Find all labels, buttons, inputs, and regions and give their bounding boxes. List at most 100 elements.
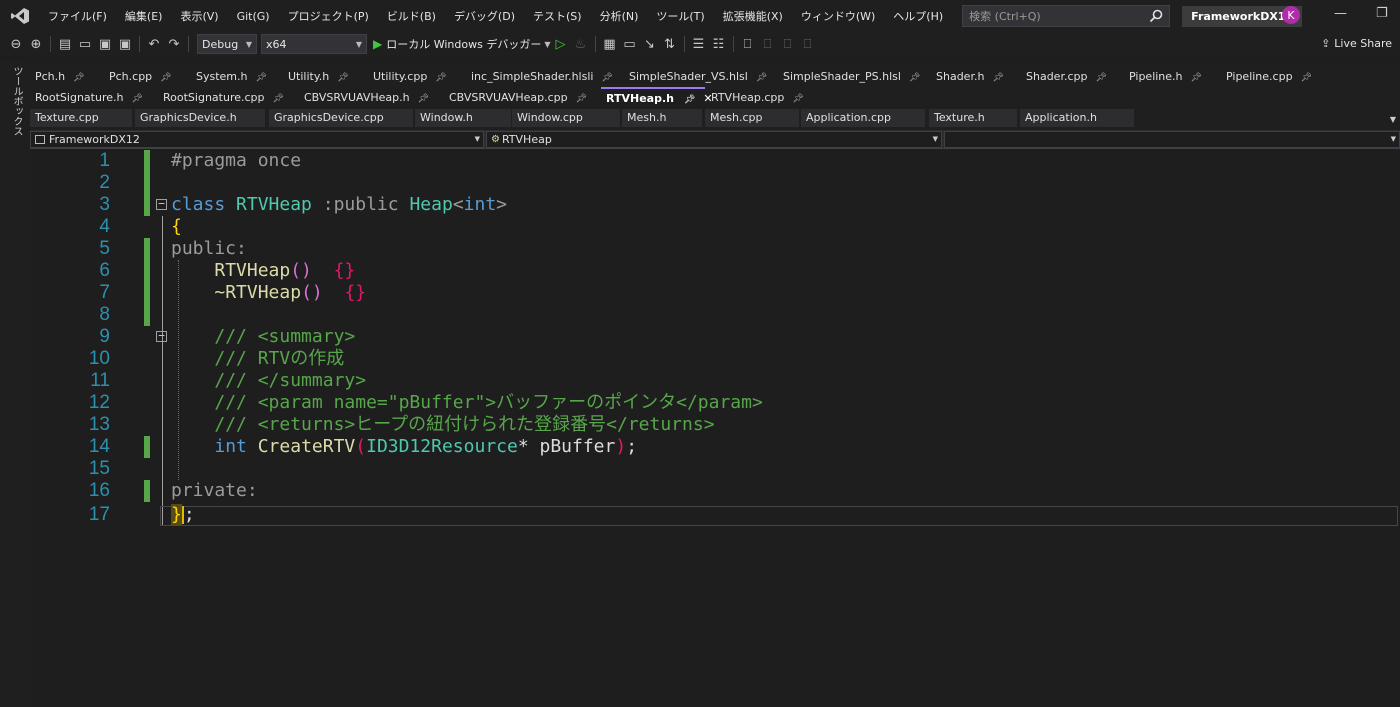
step-into-icon[interactable]: ↘: [640, 34, 660, 54]
navigate-back-icon[interactable]: ⊖: [6, 34, 26, 54]
live-share-button[interactable]: ⇪ Live Share: [1321, 37, 1392, 50]
param-token: * pBuffer: [517, 436, 616, 457]
minimize-icon[interactable]: —: [1334, 6, 1347, 21]
collapse-icon[interactable]: −: [156, 330, 167, 342]
pin-icon[interactable]: 📌︎: [601, 73, 612, 83]
tab-simpleshader-ps-hlsl[interactable]: SimpleShader_PS.hlsl 📌︎: [778, 66, 930, 87]
tab-utility-h[interactable]: Utility.h 📌︎: [283, 66, 365, 87]
account-avatar[interactable]: K: [1282, 6, 1300, 24]
menu-edit[interactable]: 編集(E): [116, 8, 172, 24]
change-marker: [144, 194, 150, 216]
menu-analyze[interactable]: 分析(N): [591, 8, 648, 24]
scope-dropdown[interactable]: ⚙ RTVHeap ▼: [486, 131, 942, 148]
tab-texture-cpp[interactable]: Texture.cpp: [30, 109, 132, 127]
tab-mesh-h[interactable]: Mesh.h: [622, 109, 702, 127]
tab-graphicsdevice-h[interactable]: GraphicsDevice.h: [135, 109, 265, 127]
tab-shader-h[interactable]: Shader.h 📌︎: [931, 66, 1017, 87]
tab-cbvsrvuavheap-h[interactable]: CBVSRVUAVHeap.h 📌︎: [299, 87, 441, 108]
tab-rootsignature-cpp[interactable]: RootSignature.cpp 📌︎: [158, 87, 296, 108]
window-layout-icon[interactable]: ▭: [620, 34, 640, 54]
menu-extensions[interactable]: 拡張機能(X): [714, 8, 792, 24]
tab-simpleshader-vs-hlsl[interactable]: SimpleShader_VS.hlsl 📌︎: [624, 66, 776, 87]
tab-pch-h[interactable]: Pch.h 📌︎: [30, 66, 102, 87]
undo-icon[interactable]: ↶: [144, 34, 164, 54]
tab-pipeline-h[interactable]: Pipeline.h 📌︎: [1124, 66, 1216, 87]
menu-test[interactable]: テスト(S): [524, 8, 591, 24]
new-project-icon[interactable]: ▤: [55, 34, 75, 54]
tab-inc-simpleshader-hlsli[interactable]: inc_SimpleShader.hlsli 📌︎: [466, 66, 620, 87]
start-debugging-button[interactable]: ▶ ローカル Windows デバッガー ▼: [373, 36, 551, 52]
pin-icon[interactable]: 📌︎: [576, 94, 587, 104]
tab-application-h[interactable]: Application.h: [1020, 109, 1134, 127]
collapse-icon[interactable]: −: [156, 198, 167, 210]
pin-icon[interactable]: 📌︎: [256, 73, 267, 83]
menu-git[interactable]: Git(G): [228, 10, 279, 23]
tab-mesh-cpp[interactable]: Mesh.cpp: [705, 109, 799, 127]
tab-system-h[interactable]: System.h 📌︎: [191, 66, 281, 87]
tab-graphicsdevice-cpp[interactable]: GraphicsDevice.cpp: [269, 109, 413, 127]
open-folder-icon[interactable]: ▭: [75, 34, 95, 54]
pin-icon[interactable]: 📌︎: [337, 73, 348, 83]
pin-icon[interactable]: 📌︎: [992, 73, 1003, 83]
navigate-forward-icon[interactable]: ⊕: [26, 34, 46, 54]
bookmark-icon[interactable]: ⎕: [738, 34, 758, 54]
pin-icon[interactable]: 📌︎: [73, 73, 84, 83]
uncomment-lines-icon[interactable]: ☷: [709, 34, 729, 54]
tab-application-cpp[interactable]: Application.cpp: [801, 109, 925, 127]
menu-help[interactable]: ヘルプ(H): [884, 8, 952, 24]
pin-icon[interactable]: 📌︎: [273, 94, 284, 104]
pin-icon[interactable]: 📌︎: [756, 73, 767, 83]
redo-icon[interactable]: ↷: [164, 34, 184, 54]
pin-icon[interactable]: 📌︎: [909, 73, 920, 83]
platform-select[interactable]: x64 ▼: [261, 34, 367, 54]
pin-icon[interactable]: 📌︎: [435, 73, 446, 83]
menu-file[interactable]: ファイル(F): [39, 8, 116, 24]
toolbox-tab[interactable]: ツールボックス: [9, 66, 24, 136]
pin-icon[interactable]: 📌︎: [1191, 73, 1202, 83]
hot-reload-icon[interactable]: ♨: [571, 34, 591, 54]
save-all-icon[interactable]: ▣: [115, 34, 135, 54]
tab-rootsignature-h[interactable]: RootSignature.h 📌︎: [30, 87, 154, 108]
change-marker: [144, 436, 150, 458]
tab-window-h[interactable]: Window.h: [415, 109, 511, 127]
tab-utility-cpp[interactable]: Utility.cpp 📌︎: [368, 66, 464, 87]
code-line: 13 /// <returns>ヒープの紐付けられた登録番号</returns>: [30, 414, 1400, 436]
save-icon[interactable]: ▣: [95, 34, 115, 54]
previous-bookmark-icon[interactable]: ⎕: [758, 34, 778, 54]
pin-icon[interactable]: 📌︎: [160, 73, 171, 83]
pin-icon[interactable]: 📌︎: [131, 94, 142, 104]
pin-icon[interactable]: 📌︎: [792, 94, 803, 104]
search-input[interactable]: 検索 (Ctrl+Q): [962, 5, 1171, 27]
menu-tools[interactable]: ツール(T): [647, 8, 713, 24]
menu-window[interactable]: ウィンドウ(W): [792, 8, 884, 24]
step-over-icon[interactable]: ⇅: [660, 34, 680, 54]
visual-studio-logo-icon[interactable]: [9, 5, 31, 27]
menu-project[interactable]: プロジェクト(P): [279, 8, 378, 24]
tab-window-cpp[interactable]: Window.cpp: [512, 109, 620, 127]
menu-debug[interactable]: デバッグ(D): [445, 8, 524, 24]
project-dropdown[interactable]: FrameworkDX12 ▼: [30, 131, 484, 148]
menu-view[interactable]: 表示(V): [171, 8, 227, 24]
tab-texture-h[interactable]: Texture.h: [929, 109, 1017, 127]
member-dropdown[interactable]: ▼: [944, 131, 1400, 148]
tab-shader-cpp[interactable]: Shader.cpp 📌︎: [1021, 66, 1121, 87]
next-bookmark-icon[interactable]: ⎕: [778, 34, 798, 54]
tab-rtvheap-h-active[interactable]: RTVHeap.h 📌︎ ✕: [601, 87, 713, 108]
pin-icon[interactable]: 📌︎: [684, 95, 695, 105]
tab-rtvheap-cpp[interactable]: RTVHeap.cpp 📌︎: [706, 87, 822, 108]
start-without-debugging-icon[interactable]: ▷: [551, 34, 571, 54]
menu-build[interactable]: ビルド(B): [378, 8, 445, 24]
clear-bookmarks-icon[interactable]: ⎕: [798, 34, 818, 54]
tab-pch-cpp[interactable]: Pch.cpp 📌︎: [104, 66, 188, 87]
pin-icon[interactable]: 📌︎: [418, 94, 429, 104]
configuration-select[interactable]: Debug ▼: [197, 34, 257, 54]
tab-pipeline-cpp[interactable]: Pipeline.cpp 📌︎: [1221, 66, 1325, 87]
restore-icon[interactable]: ❐: [1376, 6, 1388, 21]
tab-overflow-chevron-icon[interactable]: ▼: [1390, 115, 1396, 124]
comment-lines-icon[interactable]: ☰: [689, 34, 709, 54]
solution-explorer-icon[interactable]: ▦: [600, 34, 620, 54]
code-editor[interactable]: 1 #pragma once 2 3 − class RTVHeap :publ…: [30, 150, 1400, 707]
pin-icon[interactable]: 📌︎: [1095, 73, 1106, 83]
tab-cbvsrvuavheap-cpp[interactable]: CBVSRVUAVHeap.cpp 📌︎: [444, 87, 600, 108]
pin-icon[interactable]: 📌︎: [1301, 73, 1312, 83]
